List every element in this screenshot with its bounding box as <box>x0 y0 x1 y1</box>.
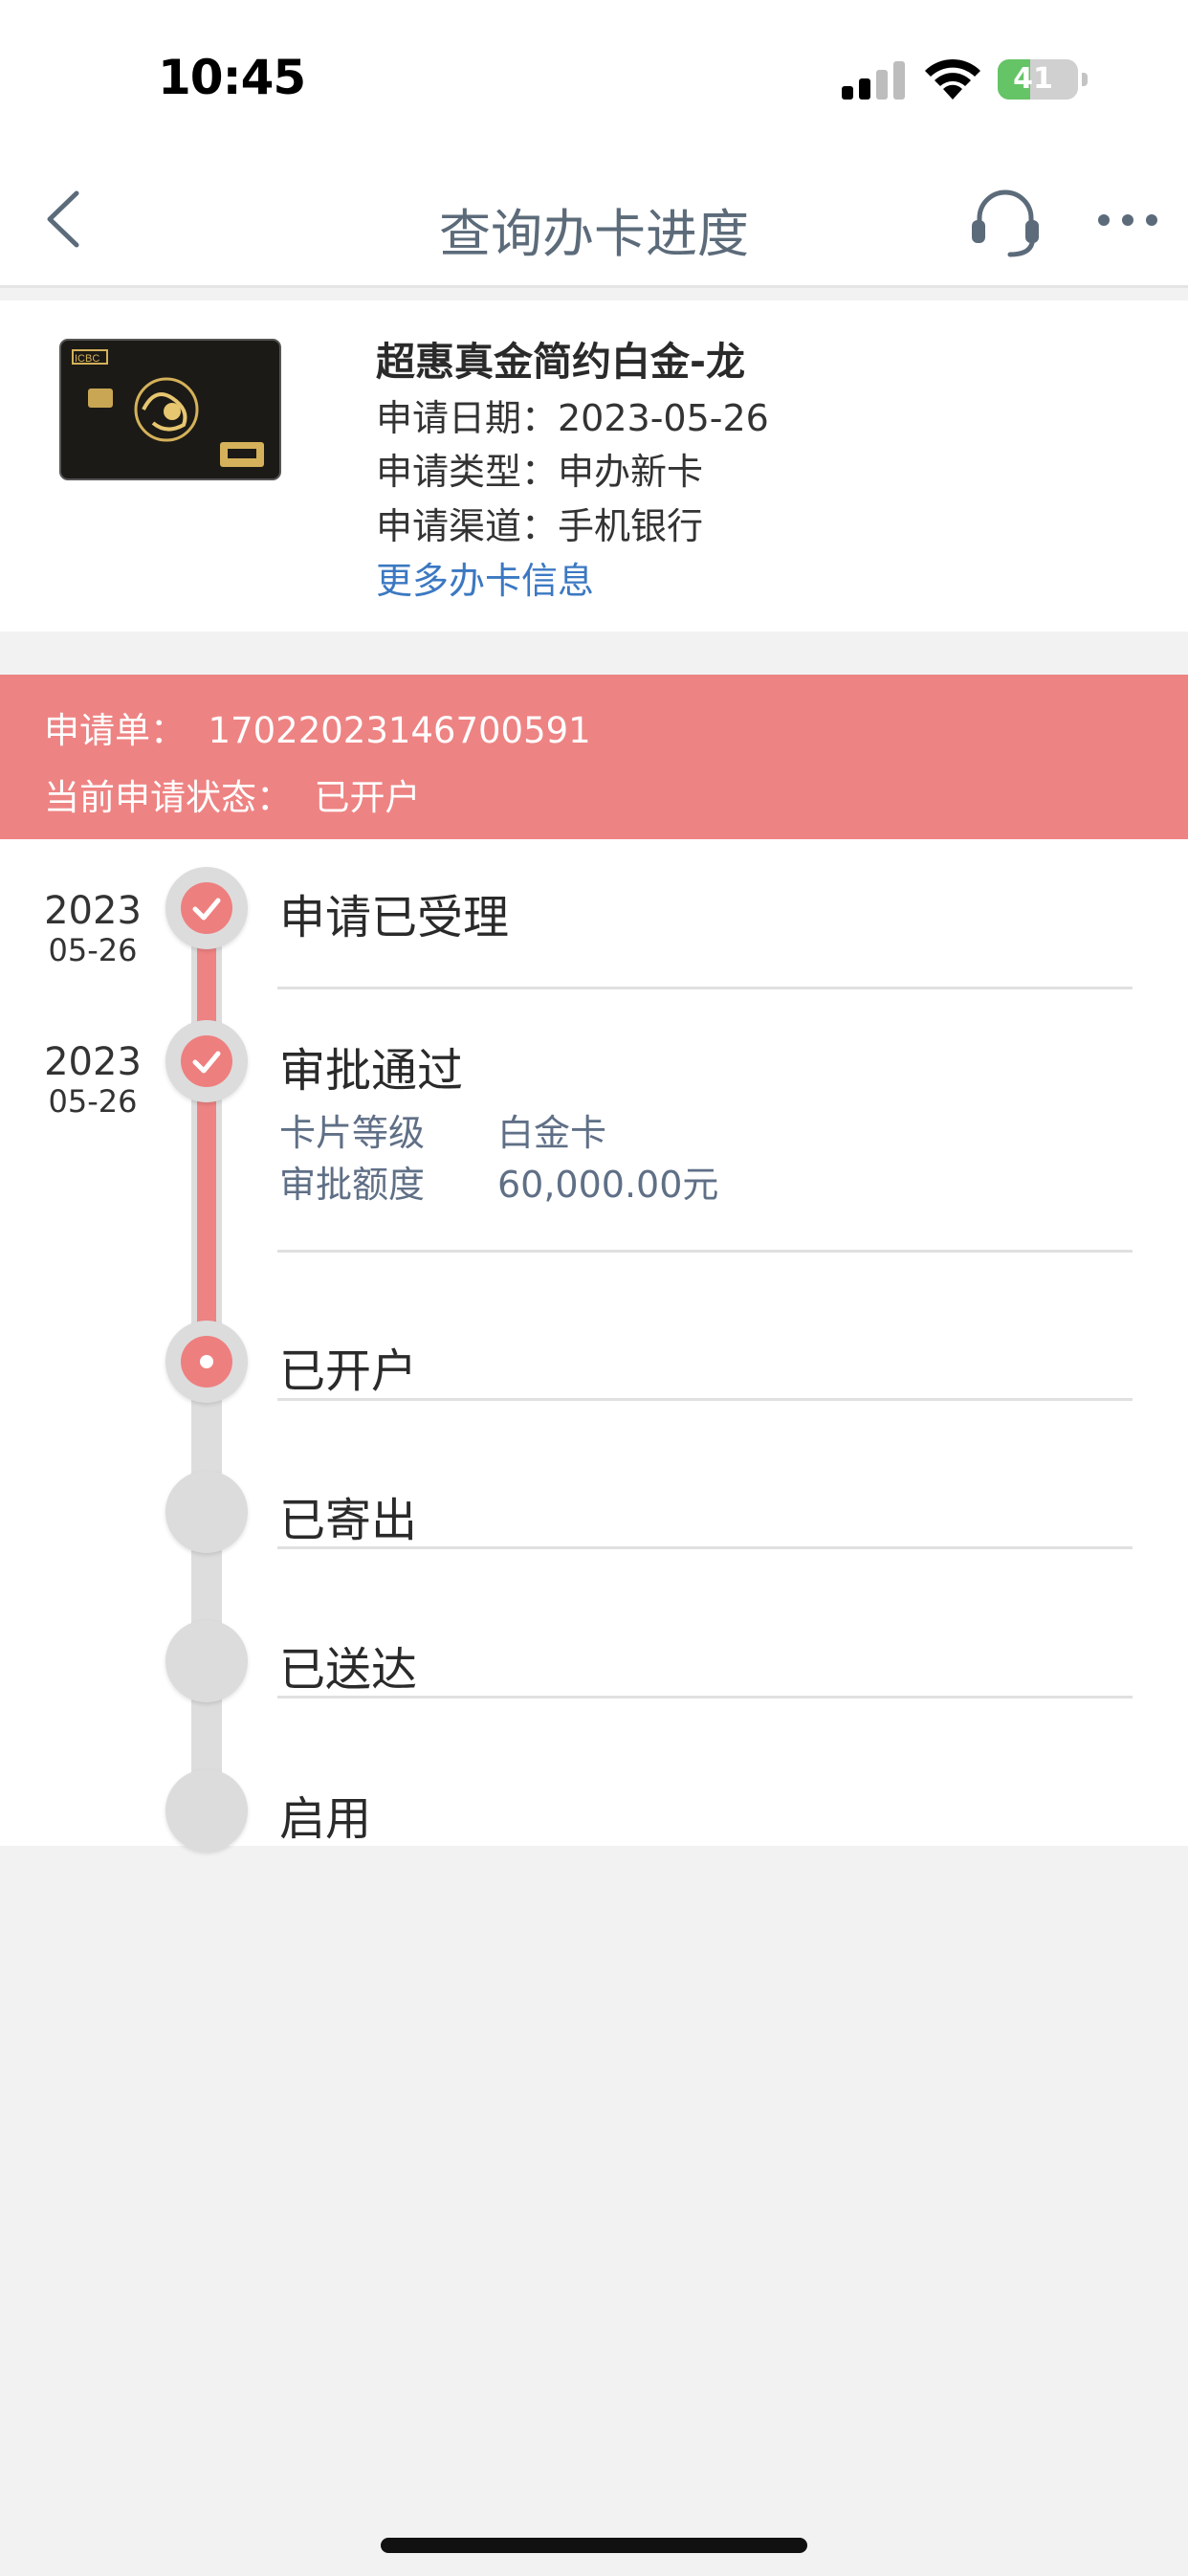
step-1-title: 申请已受理 <box>279 891 510 944</box>
nav-bar: 查询办卡进度 <box>0 153 1188 288</box>
step-2-month-day: 05-26 <box>48 1083 138 1120</box>
step-3-title: 已开户 <box>279 1344 418 1398</box>
apply-date: 申请日期：2023-05-26 <box>376 397 769 439</box>
application-number-row: 申请单： 17022023146700591 <box>44 701 591 753</box>
application-number-label: 申请单： <box>44 710 186 751</box>
step-1-completed-icon <box>165 867 248 949</box>
step-divider <box>277 987 1133 989</box>
step-divider <box>277 1398 1133 1401</box>
step-6-title: 启用 <box>279 1792 372 1846</box>
step-4-pending-icon <box>165 1471 248 1553</box>
cellular-signal-icon <box>842 61 905 100</box>
battery-percentage: 41 <box>1013 62 1053 96</box>
more-dots-icon[interactable] <box>1096 201 1159 239</box>
card-level-label: 卡片等级 <box>279 1112 426 1154</box>
step-4-title: 已寄出 <box>279 1494 418 1547</box>
step-5-title: 已送达 <box>279 1643 418 1697</box>
timeline-progress-track <box>197 908 216 1391</box>
status-time: 10:45 <box>158 50 306 105</box>
step-2-title: 审批通过 <box>279 1044 464 1098</box>
credit-limit-label: 审批额度 <box>279 1164 426 1206</box>
customer-service-headset-icon[interactable] <box>966 182 1045 260</box>
apply-type: 申请类型：申办新卡 <box>376 451 704 493</box>
step-5-pending-icon <box>165 1620 248 1702</box>
step-1-date: 2023 05-26 <box>29 889 157 967</box>
battery-charging-icon: 41 <box>998 59 1088 100</box>
step-divider <box>277 1250 1133 1253</box>
home-indicator[interactable] <box>381 2538 807 2553</box>
application-status-row: 当前申请状态： 已开户 <box>44 768 421 820</box>
step-2-completed-icon <box>165 1020 248 1102</box>
card-product-name: 超惠真金简约白金-龙 <box>376 339 746 385</box>
credit-card-image: ICBC <box>59 339 281 480</box>
application-status-label: 当前申请状态： <box>44 777 292 818</box>
card-level-value: 白金卡 <box>497 1112 607 1154</box>
progress-timeline: 2023 05-26 申请已受理 2023 05-26 审批通过 卡片等级 白金… <box>0 839 1188 1852</box>
card-brand-text: ICBC <box>75 353 99 365</box>
application-status-banner: 申请单： 17022023146700591 当前申请状态： 已开户 <box>0 675 1188 839</box>
step-divider <box>277 1546 1133 1549</box>
card-info-section: ICBC 超惠真金简约白金-龙 申请日期：2023-05-26 申请类型：申办新… <box>0 300 1188 632</box>
status-bar: 10:45 41 <box>0 0 1188 153</box>
step-1-month-day: 05-26 <box>48 932 138 968</box>
apply-channel: 申请渠道：手机银行 <box>376 505 704 547</box>
application-status-value: 已开户 <box>314 777 421 818</box>
checkmark-icon <box>192 1051 221 1074</box>
step-divider <box>277 1696 1133 1699</box>
step-1-year: 2023 <box>44 889 142 933</box>
application-number: 17022023146700591 <box>208 710 591 751</box>
step-2-date: 2023 05-26 <box>29 1040 157 1119</box>
more-card-info-link[interactable]: 更多办卡信息 <box>376 551 594 604</box>
step-2-year: 2023 <box>44 1040 142 1084</box>
checkmark-icon <box>192 898 221 921</box>
wifi-icon <box>925 58 980 100</box>
step-6-pending-icon <box>165 1769 248 1852</box>
step-3-current-icon <box>165 1321 248 1403</box>
credit-limit-value: 60,000.00元 <box>497 1164 719 1206</box>
